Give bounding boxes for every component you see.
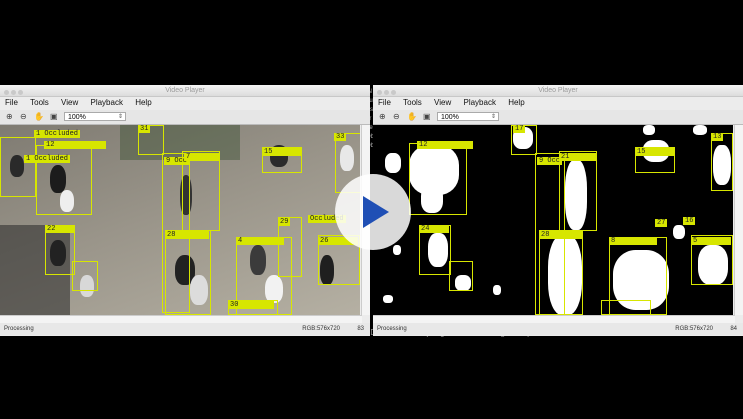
menu-help[interactable]: Help (135, 97, 151, 109)
fit-icon[interactable]: ▣ (423, 113, 431, 121)
play-icon (363, 196, 389, 228)
track-label: 28 (539, 231, 583, 239)
left-menu-bar: File Tools View Playback Help (0, 97, 370, 109)
horizontal-scrollbar[interactable] (373, 315, 735, 323)
pan-icon[interactable]: ✋ (407, 113, 417, 121)
zoom-in-icon[interactable]: ⊕ (379, 113, 387, 121)
status-text: Processing (4, 326, 34, 332)
menu-help[interactable]: Help (508, 97, 524, 109)
track-label: 15 (262, 148, 302, 156)
menu-view[interactable]: View (61, 97, 78, 109)
track-label: 22 (45, 225, 75, 233)
right-mask-frame: 12 9 Occ 21 13 15 16 24 28 8 5 27 17 (373, 125, 733, 315)
track-label: 16 (683, 217, 696, 225)
zoom-in-icon[interactable]: ⊕ (6, 113, 14, 121)
track-label: 7 (184, 153, 220, 161)
detection-box (449, 261, 473, 291)
track-label: 5 (691, 237, 731, 245)
frame-number: 83 (357, 326, 364, 332)
menu-file[interactable]: File (378, 97, 391, 109)
right-menu-bar: File Tools View Playback Help (373, 97, 743, 109)
foreground-blob (693, 125, 707, 135)
vertical-scrollbar[interactable] (734, 125, 743, 315)
track-label: 17 (513, 125, 526, 133)
detection-box (165, 230, 211, 315)
right-toolbar: ⊕ ⊖ ✋ ▣ 100% ⇕ (373, 110, 743, 125)
detection-box (409, 143, 467, 215)
left-toolbar: ⊕ ⊖ ✋ ▣ 100% ⇕ (0, 110, 370, 125)
zoom-out-icon[interactable]: ⊖ (393, 113, 401, 121)
track-label: 4 (236, 237, 284, 245)
track-label: 8 (609, 237, 657, 245)
resolution-text: RGB:576x720 (302, 326, 340, 332)
track-label: 28 (165, 231, 209, 239)
left-status-bar: Processing RGB:576x720 83 (0, 323, 370, 335)
detection-box (559, 151, 597, 231)
zoom-out-icon[interactable]: ⊖ (20, 113, 28, 121)
menu-playback[interactable]: Playback (463, 97, 495, 109)
detection-box (601, 300, 651, 315)
zoom-select[interactable]: 100% ⇕ (437, 112, 499, 121)
left-video-player-window: Video Player File Tools View Playback He… (0, 85, 370, 336)
track-label: 30 (228, 301, 274, 309)
track-label: 15 (635, 148, 675, 156)
track-label: 29 (278, 218, 291, 226)
status-text: Processing (377, 326, 407, 332)
chevron-updown-icon: ⇕ (117, 114, 123, 120)
menu-tools[interactable]: Tools (30, 97, 49, 109)
frame-number: 84 (730, 326, 737, 332)
menu-tools[interactable]: Tools (403, 97, 422, 109)
foreground-blob (673, 225, 685, 239)
detection-box (539, 230, 583, 315)
track-label: 24 (419, 225, 449, 233)
left-title-bar: Video Player (0, 85, 370, 97)
right-video-player-window: Video Player File Tools View Playback He… (373, 85, 743, 336)
menu-playback[interactable]: Playback (90, 97, 122, 109)
play-button[interactable] (335, 174, 411, 250)
foreground-blob (393, 245, 401, 255)
detection-box (278, 217, 302, 277)
track-label: 12 (44, 141, 106, 149)
detection-box (72, 261, 98, 291)
foreground-blob (643, 125, 655, 135)
detection-box (711, 133, 733, 191)
track-label: 12 (417, 141, 473, 149)
pan-icon[interactable]: ✋ (34, 113, 44, 121)
foreground-blob (385, 153, 401, 173)
track-label: 33 (334, 133, 347, 141)
left-video-frame: 1 Occluded 12 1 Occluded 31 9 Occ 7 33 1… (0, 125, 360, 315)
menu-file[interactable]: File (5, 97, 18, 109)
track-label: 1 Occluded (34, 130, 81, 138)
track-label: 21 (559, 153, 597, 161)
left-window-title: Video Player (165, 87, 205, 94)
chevron-updown-icon: ⇕ (490, 114, 496, 120)
track-label: 27 (655, 219, 668, 227)
foreground-blob (383, 295, 393, 303)
foreground-blob (493, 285, 501, 295)
right-status-bar: Processing RGB:576x720 84 (373, 323, 743, 335)
right-window-title: Video Player (538, 87, 578, 94)
zoom-select[interactable]: 100% ⇕ (64, 112, 126, 121)
menu-view[interactable]: View (434, 97, 451, 109)
zoom-value: 100% (68, 114, 86, 121)
horizontal-scrollbar[interactable] (0, 315, 362, 323)
track-label: 31 (138, 125, 151, 133)
zoom-value: 100% (441, 114, 459, 121)
resolution-text: RGB:576x720 (675, 326, 713, 332)
track-label: 1 Occluded (24, 155, 71, 163)
right-title-bar: Video Player (373, 85, 743, 97)
fit-icon[interactable]: ▣ (50, 113, 58, 121)
detection-box (0, 137, 36, 197)
track-label: 13 (711, 133, 724, 141)
